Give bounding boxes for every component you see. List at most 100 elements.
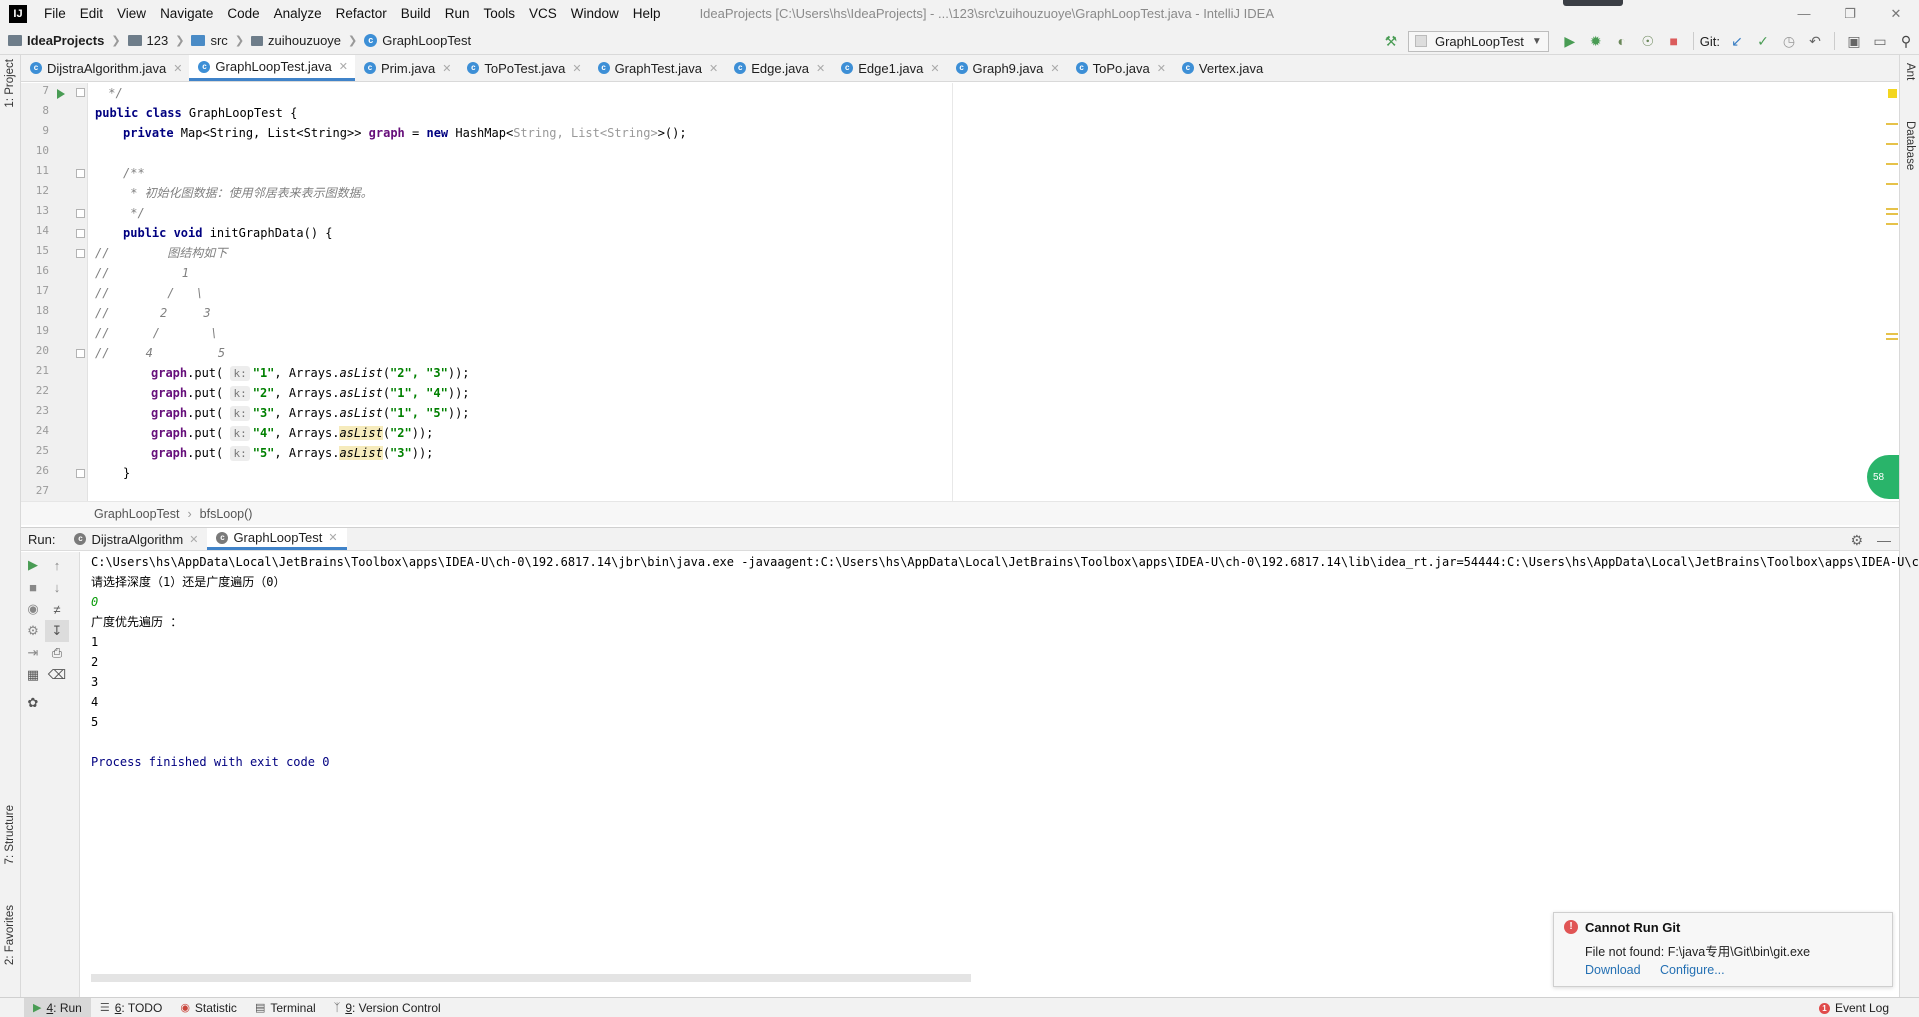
code-editor[interactable]: 7 8 9 10 11 12 13 14 15 16 17 18 19 20 2… — [21, 83, 1899, 501]
menu-code[interactable]: Code — [220, 6, 266, 21]
favorites-tool-button[interactable]: 2: Favorites — [4, 905, 16, 965]
close-icon[interactable]: ✕ — [1873, 0, 1919, 27]
vcs-commit-icon[interactable]: ✓ — [1750, 29, 1776, 53]
tab-dijstraalgorithm[interactable]: c DijstraAlgorithm.java ✕ — [21, 55, 189, 81]
close-tab-icon[interactable]: ✕ — [709, 62, 718, 75]
configure-link[interactable]: Configure... — [1660, 963, 1725, 977]
menu-edit[interactable]: Edit — [73, 6, 110, 21]
warning-mark[interactable] — [1886, 338, 1898, 340]
warning-indicator-icon[interactable] — [1888, 89, 1897, 98]
breadcrumb-method[interactable]: bfsLoop() — [200, 507, 253, 521]
camera-icon[interactable]: ◉ — [21, 598, 45, 620]
warning-mark[interactable] — [1886, 183, 1898, 185]
error-stripe[interactable] — [1885, 83, 1899, 501]
close-tab-icon[interactable]: ✕ — [339, 60, 348, 73]
coverage-icon[interactable]: ◐ — [1609, 29, 1635, 53]
hide-icon[interactable]: — — [1877, 532, 1891, 548]
debug-icon[interactable]: ✹ — [1583, 29, 1609, 53]
pin-icon[interactable]: ✿ — [21, 692, 45, 714]
close-tab-icon[interactable]: ✕ — [328, 531, 337, 544]
warning-mark[interactable] — [1886, 208, 1898, 210]
restore-icon[interactable]: ❐ — [1827, 0, 1873, 27]
menu-analyze[interactable]: Analyze — [267, 6, 329, 21]
fold-marker-icon[interactable] — [76, 88, 85, 97]
close-tab-icon[interactable]: ✕ — [572, 62, 581, 75]
warning-mark[interactable] — [1886, 123, 1898, 125]
tab-topotest[interactable]: c ToPoTest.java ✕ — [458, 55, 588, 81]
stop-icon[interactable]: ■ — [1661, 29, 1687, 53]
menu-build[interactable]: Build — [394, 6, 438, 21]
run-class-gutter-icon[interactable] — [57, 89, 65, 99]
menu-refactor[interactable]: Refactor — [329, 6, 394, 21]
menu-window[interactable]: Window — [564, 6, 626, 21]
fold-marker-icon[interactable] — [76, 169, 85, 178]
menu-navigate[interactable]: Navigate — [153, 6, 220, 21]
breadcrumb-project[interactable]: IdeaProjects ❯ — [8, 33, 128, 48]
editor-gutter[interactable]: 7 8 9 10 11 12 13 14 15 16 17 18 19 20 2… — [21, 83, 88, 501]
warning-mark[interactable] — [1886, 213, 1898, 215]
tab-prim[interactable]: c Prim.java ✕ — [355, 55, 458, 81]
tab-graph9[interactable]: c Graph9.java ✕ — [947, 55, 1067, 81]
menu-file[interactable]: File — [37, 6, 73, 21]
run-tab-graphlooptest[interactable]: c GraphLoopTest ✕ — [207, 528, 347, 550]
breadcrumb-class[interactable]: GraphLoopTest — [94, 507, 179, 521]
close-tab-icon[interactable]: ✕ — [173, 62, 182, 75]
close-tab-icon[interactable]: ✕ — [1157, 62, 1166, 75]
tool-tab-statistic[interactable]: ◉ Statistic — [171, 998, 246, 1017]
history-icon[interactable]: ◷ — [1776, 29, 1802, 53]
ant-tool-button[interactable]: Ant — [1904, 63, 1916, 80]
run-configuration-select[interactable]: GraphLoopTest ▼ — [1407, 30, 1549, 52]
menu-vcs[interactable]: VCS — [522, 6, 564, 21]
download-link[interactable]: Download — [1585, 963, 1641, 977]
warning-mark[interactable] — [1886, 143, 1898, 145]
project-tool-button[interactable]: 1: Project — [4, 59, 16, 108]
settings-icon[interactable]: ⚙ — [21, 620, 45, 642]
login-icon[interactable]: ⇥ — [21, 642, 45, 664]
close-tab-icon[interactable]: ✕ — [930, 62, 939, 75]
fold-marker-icon[interactable] — [76, 349, 85, 358]
menu-view[interactable]: View — [110, 6, 153, 21]
tab-topo[interactable]: c ToPo.java ✕ — [1067, 55, 1173, 81]
event-log-button[interactable]: 1 Event Log — [1818, 998, 1889, 1017]
window-drag-handle[interactable] — [1563, 0, 1623, 6]
database-tool-button[interactable]: Database — [1904, 121, 1916, 170]
build-hammer-icon[interactable]: ⚒ — [1378, 29, 1404, 53]
soft-wrap-icon[interactable]: ≠ — [45, 598, 69, 620]
horizontal-scrollbar[interactable] — [91, 974, 971, 982]
layout-icon[interactable]: ▦ — [21, 664, 45, 686]
close-tab-icon[interactable]: ✕ — [816, 62, 825, 75]
print-icon[interactable]: ⎙ — [45, 642, 69, 664]
tab-edge1[interactable]: c Edge1.java ✕ — [832, 55, 946, 81]
breadcrumb-src[interactable]: src ❯ — [191, 33, 251, 48]
presentation-icon[interactable]: ▭ — [1867, 29, 1893, 53]
run-tab-dijstraalgorithm[interactable]: c DijstraAlgorithm ✕ — [65, 528, 207, 550]
code-area[interactable]: */ public class GraphLoopTest { private … — [89, 83, 949, 501]
profile-icon[interactable]: ☉ — [1635, 29, 1661, 53]
tool-tab-todo[interactable]: ☰ 6: TODO — [91, 998, 171, 1017]
warning-mark[interactable] — [1886, 333, 1898, 335]
breadcrumb-package[interactable]: zuihouzuoye ❯ — [251, 33, 364, 48]
tab-graphtest[interactable]: c GraphTest.java ✕ — [589, 55, 726, 81]
warning-mark[interactable] — [1886, 223, 1898, 225]
tool-tab-run[interactable]: ▶ 4: Run — [24, 997, 91, 1017]
breadcrumb-123[interactable]: 123 ❯ — [127, 33, 192, 48]
trash-icon[interactable]: ⌫ — [45, 664, 69, 686]
tab-vertex[interactable]: c Vertex.java — [1173, 55, 1270, 81]
performance-bubble[interactable]: 58 — [1867, 455, 1899, 499]
minimize-icon[interactable]: — — [1781, 0, 1827, 27]
down-arrow-icon[interactable]: ↓ — [45, 576, 69, 598]
tab-graphlooptest[interactable]: c GraphLoopTest.java ✕ — [189, 55, 355, 81]
fold-marker-icon[interactable] — [76, 209, 85, 218]
menu-run[interactable]: Run — [438, 6, 477, 21]
fold-marker-icon[interactable] — [76, 229, 85, 238]
search-icon[interactable]: ⚲ — [1893, 29, 1919, 53]
fold-marker-icon[interactable] — [76, 469, 85, 478]
up-arrow-icon[interactable]: ↑ — [45, 554, 69, 576]
menu-help[interactable]: Help — [626, 6, 668, 21]
gear-icon[interactable]: ⚙ — [1850, 532, 1863, 549]
breadcrumb-class[interactable]: c GraphLoopTest — [364, 33, 471, 48]
scroll-to-end-icon[interactable]: ↧ — [45, 620, 69, 642]
close-tab-icon[interactable]: ✕ — [1050, 62, 1059, 75]
warning-mark[interactable] — [1886, 163, 1898, 165]
run-icon[interactable]: ▶ — [1557, 29, 1583, 53]
